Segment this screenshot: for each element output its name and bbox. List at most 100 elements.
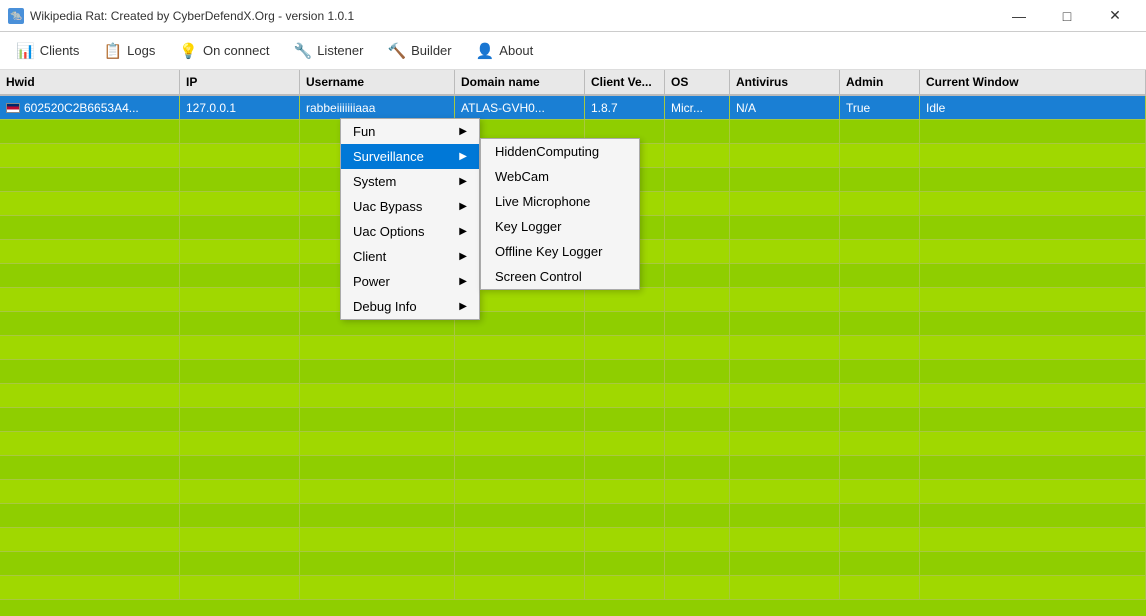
close-button[interactable]: ✕ — [1092, 0, 1138, 32]
cell-empty — [840, 336, 920, 359]
cell-empty — [730, 168, 840, 191]
ctx-fun[interactable]: Fun ▶ — [341, 119, 479, 144]
cell-empty — [665, 312, 730, 335]
ctx-live-microphone[interactable]: Live Microphone — [481, 189, 639, 214]
cell-empty — [300, 360, 455, 383]
maximize-button[interactable]: □ — [1044, 0, 1090, 32]
table-row-empty[interactable] — [0, 312, 1146, 336]
cell-empty — [585, 384, 665, 407]
cell-empty — [180, 552, 300, 575]
col-header-username: Username — [300, 70, 455, 94]
cell-empty — [0, 552, 180, 575]
minimize-button[interactable]: — — [996, 0, 1042, 32]
on-connect-icon: 💡 — [179, 42, 198, 60]
ctx-key-logger[interactable]: Key Logger — [481, 214, 639, 239]
cell-empty — [585, 360, 665, 383]
cell-empty — [840, 120, 920, 143]
cell-empty — [455, 528, 585, 551]
menu-on-connect[interactable]: 💡 On connect — [167, 38, 281, 64]
cell-empty — [920, 480, 1146, 503]
menu-logs[interactable]: 📋 Logs — [91, 38, 167, 64]
ctx-hidden-computing[interactable]: HiddenComputing — [481, 139, 639, 164]
cell-empty — [0, 456, 180, 479]
cell-empty — [455, 504, 585, 527]
cell-empty — [665, 504, 730, 527]
table-row-empty[interactable] — [0, 360, 1146, 384]
cell-empty — [455, 456, 585, 479]
cell-empty — [585, 288, 665, 311]
ctx-uac-options[interactable]: Uac Options ▶ — [341, 219, 479, 244]
cell-empty — [180, 408, 300, 431]
cell-empty — [180, 528, 300, 551]
context-menu[interactable]: Fun ▶ Surveillance ▶ System ▶ Uac Bypass… — [340, 118, 480, 320]
cell-empty — [730, 360, 840, 383]
ctx-webcam[interactable]: WebCam — [481, 164, 639, 189]
menubar: 📊 Clients 📋 Logs 💡 On connect 🔧 Listener… — [0, 32, 1146, 70]
cell-empty — [665, 480, 730, 503]
ctx-surveillance[interactable]: Surveillance ▶ — [341, 144, 479, 169]
table-row-empty[interactable] — [0, 552, 1146, 576]
cell-empty — [0, 192, 180, 215]
cell-empty — [665, 552, 730, 575]
cell-hwid: 602520C2B6653A4... — [0, 96, 180, 119]
cell-empty — [920, 432, 1146, 455]
menu-builder[interactable]: 🔨 Builder — [375, 38, 463, 64]
cell-domain: ATLAS-GVH0... — [455, 96, 585, 119]
ctx-client[interactable]: Client ▶ — [341, 244, 479, 269]
menu-about[interactable]: 👤 About — [464, 38, 546, 64]
cell-os: Micr... — [665, 96, 730, 119]
ctx-power[interactable]: Power ▶ — [341, 269, 479, 294]
table-row-empty[interactable] — [0, 504, 1146, 528]
cell-empty — [180, 576, 300, 599]
cell-username: rabbeiiiiiiiaaa — [300, 96, 455, 119]
cell-empty — [665, 408, 730, 431]
submenu-arrow-client: ▶ — [459, 251, 467, 262]
ctx-offline-key-logger[interactable]: Offline Key Logger — [481, 239, 639, 264]
cell-empty — [920, 408, 1146, 431]
cell-empty — [455, 552, 585, 575]
ctx-uac-bypass[interactable]: Uac Bypass ▶ — [341, 194, 479, 219]
titlebar-title: Wikipedia Rat: Created by CyberDefendX.O… — [30, 9, 354, 23]
surveillance-submenu[interactable]: HiddenComputing WebCam Live Microphone K… — [480, 138, 640, 290]
cell-empty — [300, 432, 455, 455]
cell-empty — [0, 408, 180, 431]
ctx-screen-control[interactable]: Screen Control — [481, 264, 639, 289]
cell-empty — [180, 264, 300, 287]
cell-antivirus: N/A — [730, 96, 840, 119]
cell-empty — [300, 528, 455, 551]
ctx-debug-info[interactable]: Debug Info ▶ — [341, 294, 479, 319]
table-row-empty[interactable] — [0, 456, 1146, 480]
table-row-empty[interactable] — [0, 336, 1146, 360]
cell-empty — [840, 432, 920, 455]
cell-empty — [180, 144, 300, 167]
table-row-empty[interactable] — [0, 288, 1146, 312]
cell-empty — [840, 576, 920, 599]
table-row-empty[interactable] — [0, 432, 1146, 456]
table-row-empty[interactable] — [0, 480, 1146, 504]
menu-listener-label: Listener — [317, 43, 363, 58]
cell-empty — [665, 528, 730, 551]
cell-currentwin: Idle — [920, 96, 1146, 119]
table-row-empty[interactable] — [0, 528, 1146, 552]
cell-empty — [180, 216, 300, 239]
titlebar-left: 🐀 Wikipedia Rat: Created by CyberDefendX… — [8, 8, 354, 24]
ctx-system[interactable]: System ▶ — [341, 169, 479, 194]
col-header-hwid: Hwid — [0, 70, 180, 94]
table-row-empty[interactable] — [0, 408, 1146, 432]
table-row-empty[interactable] — [0, 576, 1146, 600]
cell-empty — [585, 336, 665, 359]
cell-empty — [840, 264, 920, 287]
cell-empty — [920, 552, 1146, 575]
cell-empty — [920, 168, 1146, 191]
cell-empty — [0, 240, 180, 263]
cell-empty — [455, 576, 585, 599]
cell-empty — [0, 336, 180, 359]
cell-empty — [665, 576, 730, 599]
table-row-empty[interactable] — [0, 384, 1146, 408]
table-row[interactable]: 602520C2B6653A4... 127.0.0.1 rabbeiiiiii… — [0, 96, 1146, 120]
submenu-arrow-fun: ▶ — [459, 126, 467, 137]
flag-icon — [6, 103, 20, 113]
cell-empty — [920, 312, 1146, 335]
menu-clients[interactable]: 📊 Clients — [4, 38, 91, 64]
menu-listener[interactable]: 🔧 Listener — [282, 38, 376, 64]
